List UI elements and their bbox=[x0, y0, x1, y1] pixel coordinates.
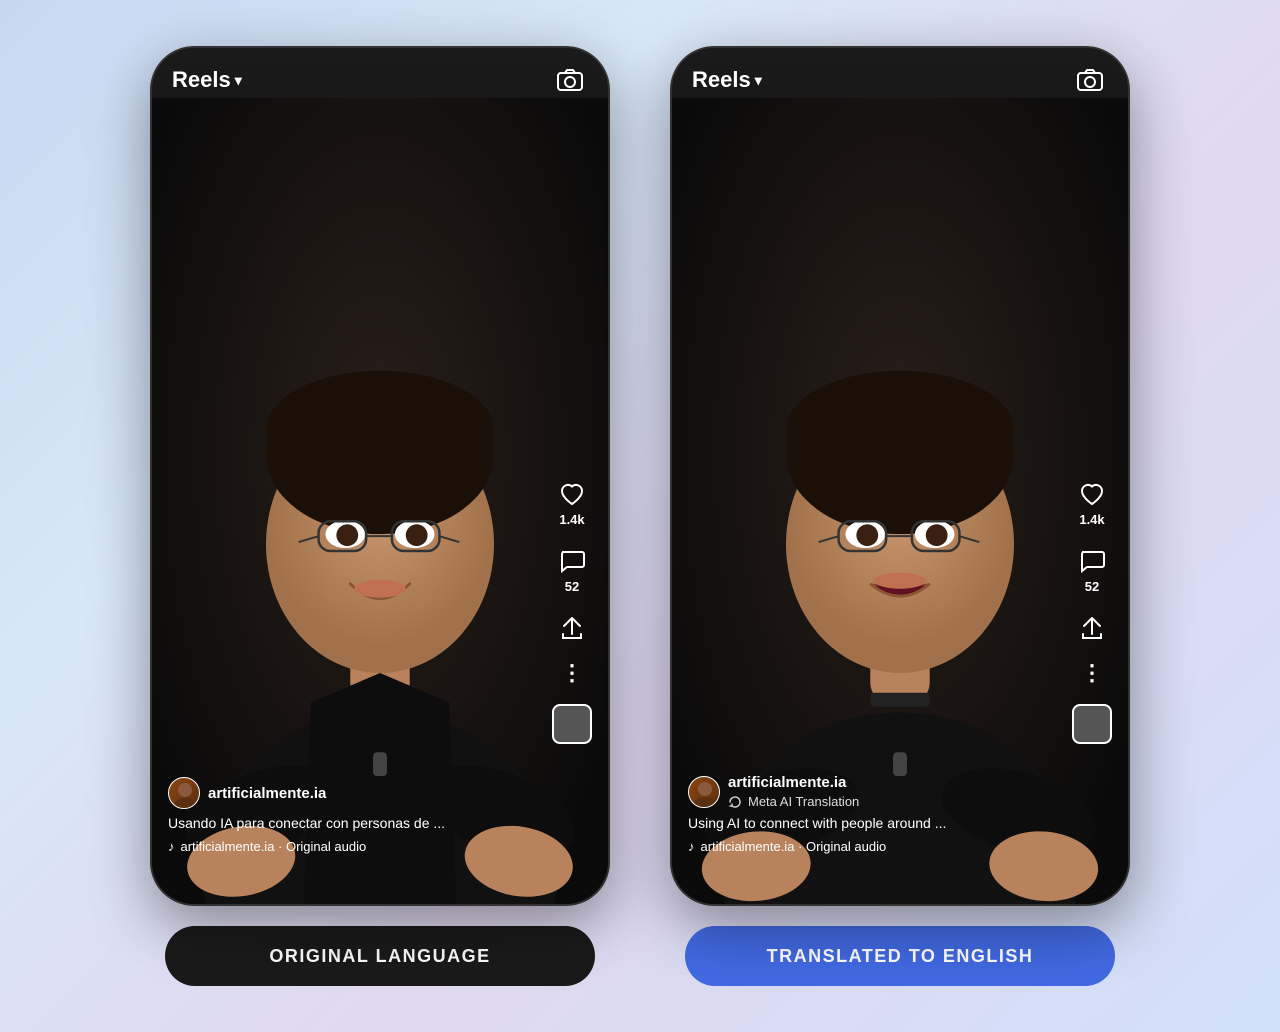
right-bottom-info: artificialmente.ia Meta AI Translation U… bbox=[688, 774, 1068, 854]
left-camera-icon bbox=[556, 66, 584, 94]
right-share-icon bbox=[1078, 614, 1106, 642]
right-phone-wrapper: Reels ▾ 1.4k bbox=[670, 46, 1130, 986]
original-language-badge: ORIGINAL LANGUAGE bbox=[165, 926, 595, 986]
translated-to-english-badge: TRANSLATED TO ENGLISH bbox=[685, 926, 1115, 986]
left-reels-label: Reels bbox=[172, 67, 231, 93]
right-more-dots-icon: ⋮ bbox=[1081, 662, 1103, 684]
left-more-icon-item[interactable]: ⋮ bbox=[561, 662, 583, 684]
left-avatar bbox=[168, 777, 200, 809]
original-language-label: ORIGINAL LANGUAGE bbox=[269, 946, 490, 967]
right-side-icons: 1.4k 52 ⋮ bbox=[1072, 480, 1112, 744]
left-thumbnail-icon[interactable] bbox=[552, 704, 592, 744]
left-video-bg bbox=[152, 48, 608, 904]
right-comment-count: 52 bbox=[1085, 579, 1099, 594]
right-username: artificialmente.ia bbox=[728, 774, 846, 791]
right-user-row: artificialmente.ia Meta AI Translation bbox=[688, 774, 1068, 809]
right-heart-icon bbox=[1078, 480, 1106, 508]
left-caption: Usando IA para conectar con personas de … bbox=[168, 815, 548, 831]
right-audio-row: ♪ artificialmente.ia · Original audio bbox=[688, 839, 1068, 854]
right-like-count: 1.4k bbox=[1079, 512, 1104, 527]
right-reels-label: Reels bbox=[692, 67, 751, 93]
right-phone: Reels ▾ 1.4k bbox=[670, 46, 1130, 906]
left-audio-row: ♪ artificialmente.ia · Original audio bbox=[168, 839, 548, 854]
left-user-row: artificialmente.ia bbox=[168, 777, 548, 809]
right-audio-text: artificialmente.ia · Original audio bbox=[701, 839, 887, 854]
right-music-note-icon: ♪ bbox=[688, 839, 695, 854]
translated-to-english-label: TRANSLATED TO ENGLISH bbox=[767, 946, 1034, 967]
right-comment-icon-item[interactable]: 52 bbox=[1078, 547, 1106, 594]
left-chevron-icon: ▾ bbox=[235, 72, 242, 89]
right-translation-label: Meta AI Translation bbox=[748, 794, 859, 809]
left-username: artificialmente.ia bbox=[208, 785, 326, 802]
right-share-icon-item[interactable] bbox=[1078, 614, 1106, 642]
left-share-icon-item[interactable] bbox=[558, 614, 586, 642]
right-translation-row: Meta AI Translation bbox=[728, 794, 859, 809]
left-comment-count: 52 bbox=[565, 579, 579, 594]
left-audio-text: artificialmente.ia · Original audio bbox=[181, 839, 367, 854]
left-phone: Reels ▾ 1.4k bbox=[150, 46, 610, 906]
left-share-icon bbox=[558, 614, 586, 642]
right-avatar bbox=[688, 776, 720, 808]
right-camera-button[interactable] bbox=[1072, 62, 1108, 98]
left-music-note-icon: ♪ bbox=[168, 839, 175, 854]
left-phone-wrapper: Reels ▾ 1.4k bbox=[150, 46, 610, 986]
right-more-icon-item[interactable]: ⋮ bbox=[1081, 662, 1103, 684]
left-phone-header: Reels ▾ bbox=[152, 48, 608, 112]
main-container: Reels ▾ 1.4k bbox=[110, 6, 1170, 1026]
right-caption: Using AI to connect with people around .… bbox=[688, 815, 1068, 831]
right-like-icon-item[interactable]: 1.4k bbox=[1078, 480, 1106, 527]
right-comment-icon bbox=[1078, 547, 1106, 575]
left-heart-icon bbox=[558, 480, 586, 508]
right-refresh-icon bbox=[728, 795, 742, 809]
left-more-dots-icon: ⋮ bbox=[561, 662, 583, 684]
right-thumbnail-icon[interactable] bbox=[1072, 704, 1112, 744]
left-reels-title: Reels ▾ bbox=[172, 67, 242, 93]
left-comment-icon-item[interactable]: 52 bbox=[558, 547, 586, 594]
left-bottom-info: artificialmente.ia Usando IA para conect… bbox=[168, 777, 548, 854]
left-like-count: 1.4k bbox=[559, 512, 584, 527]
left-comment-icon bbox=[558, 547, 586, 575]
right-reels-title: Reels ▾ bbox=[692, 67, 762, 93]
left-like-icon-item[interactable]: 1.4k bbox=[558, 480, 586, 527]
right-chevron-icon: ▾ bbox=[755, 72, 762, 89]
left-camera-button[interactable] bbox=[552, 62, 588, 98]
left-side-icons: 1.4k 52 ⋮ bbox=[552, 480, 592, 744]
right-phone-header: Reels ▾ bbox=[672, 48, 1128, 112]
right-camera-icon bbox=[1076, 66, 1104, 94]
